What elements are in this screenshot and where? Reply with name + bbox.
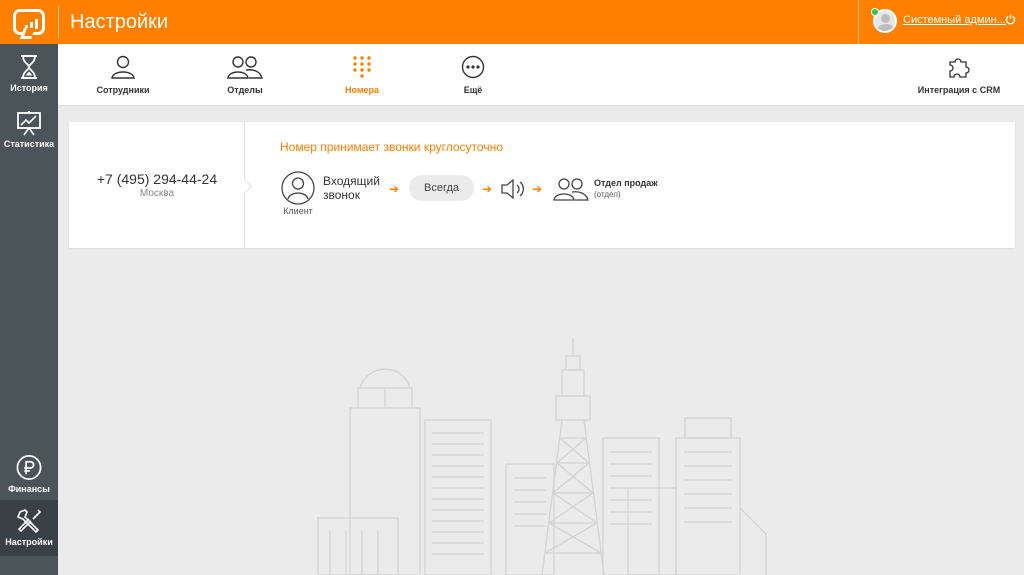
chart-board-icon	[17, 111, 41, 136]
sidebar-item-settings[interactable]: Настройки	[0, 500, 58, 556]
sidebar-item-label: История	[10, 83, 48, 93]
phone-number-card[interactable]: +7 (495) 294-44-24 Москва Номер принимае…	[69, 122, 1015, 248]
tab-label: Интеграция с CRM	[917, 85, 1001, 95]
incoming-call-label: Входящий звонок	[323, 174, 380, 202]
online-status-dot	[871, 8, 879, 16]
dialpad-icon	[353, 56, 371, 78]
client-label: Клиент	[283, 206, 313, 216]
ruble-coin-icon	[16, 455, 42, 480]
arrow-right-icon: ➔	[389, 182, 400, 196]
city-skyline-illustration	[317, 338, 767, 575]
sidebar-item-statistics[interactable]: Статистика	[0, 110, 58, 154]
sidebar-item-label: Финансы	[8, 484, 50, 494]
department-type: (отдел)	[594, 190, 621, 199]
tools-icon	[16, 509, 42, 534]
header-divider	[58, 6, 59, 38]
user-icon	[111, 55, 135, 79]
tab-label: Ещё	[463, 85, 483, 95]
phone-number: +7 (495) 294-44-24	[96, 171, 218, 187]
sidebar: История Статистика Финансы Настройки	[0, 44, 58, 575]
hourglass-icon	[21, 55, 37, 79]
department-icon	[553, 178, 589, 201]
tab-label: Сотрудники	[96, 85, 150, 95]
settings-tabs: Сотрудники Отделы Номера Ещё Интеграция …	[58, 44, 1024, 106]
sidebar-item-finance[interactable]: Финансы	[0, 454, 58, 494]
tab-departments[interactable]: Отделы	[220, 44, 270, 106]
power-icon[interactable]	[1005, 14, 1016, 25]
tab-employees[interactable]: Сотрудники	[96, 44, 150, 106]
department-name[interactable]: Отдел продаж	[594, 178, 658, 188]
user-menu[interactable]: Системный админ...	[858, 0, 1024, 44]
user-name-link[interactable]: Системный админ...	[903, 14, 1006, 26]
puzzle-icon	[949, 58, 970, 78]
arrow-right-icon: ➔	[482, 182, 493, 196]
schedule-link[interactable]: Номер принимает звонки круглосуточно	[280, 140, 503, 154]
sidebar-item-label: Настройки	[5, 537, 53, 547]
phone-city: Москва	[139, 188, 175, 199]
logo[interactable]	[0, 0, 58, 44]
condition-pill[interactable]: Всегда	[409, 175, 474, 201]
tab-more[interactable]: Ещё	[458, 44, 488, 106]
client-icon	[281, 171, 315, 205]
tab-numbers[interactable]: Номера	[340, 44, 384, 106]
number-info: +7 (495) 294-44-24 Москва	[69, 122, 245, 248]
more-icon	[461, 55, 485, 79]
speaker-icon[interactable]	[500, 178, 526, 200]
tab-label: Номера	[344, 85, 380, 95]
arrow-right-icon: ➔	[532, 182, 543, 196]
users-icon	[227, 56, 263, 79]
tab-crm-integration[interactable]: Интеграция с CRM	[916, 44, 1002, 106]
top-bar: Настройки Системный админ...	[0, 0, 1024, 44]
sidebar-item-history[interactable]: История	[0, 54, 58, 98]
page-title: Настройки	[70, 11, 169, 33]
tab-label: Отделы	[227, 85, 263, 95]
phone-bubble-logo-icon	[13, 9, 45, 35]
sidebar-item-label: Статистика	[3, 139, 55, 149]
